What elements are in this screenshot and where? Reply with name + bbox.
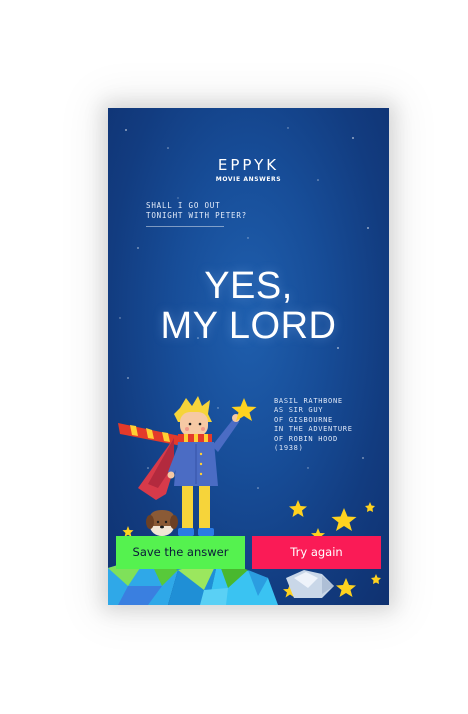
movie-credit: BASIL RATHBONE AS SIR GUY OF GISBOURNE I… bbox=[274, 397, 384, 453]
answer-line-2: MY LORD bbox=[160, 305, 337, 347]
question-line-1: SHALL I GO OUT bbox=[146, 201, 221, 210]
answer-line-1: YES, bbox=[204, 265, 293, 307]
credit-line: AS SIR GUY bbox=[274, 406, 324, 415]
answer-text: YES, MY LORD bbox=[108, 266, 389, 346]
movie-answer-card: EPPYK MOVIE ANSWERS SHALL I GO OUT TONIG… bbox=[108, 108, 389, 605]
dog-illustration bbox=[146, 510, 178, 536]
question-underline bbox=[146, 226, 224, 227]
credit-line: (1938) bbox=[274, 444, 304, 453]
try-again-button[interactable]: Try again bbox=[252, 536, 381, 569]
question-text: SHALL I GO OUT TONIGHT WITH PETER? bbox=[146, 201, 266, 221]
question-line-2: TONIGHT WITH PETER? bbox=[146, 211, 247, 220]
credit-line: BASIL RATHBONE bbox=[274, 397, 343, 405]
cloud-illustration bbox=[286, 570, 334, 598]
credit-line: OF GISBOURNE bbox=[274, 415, 333, 424]
save-answer-button[interactable]: Save the answer bbox=[116, 536, 245, 569]
brand-subtitle: MOVIE ANSWERS bbox=[215, 176, 282, 183]
brand-name: EPPYK bbox=[217, 156, 280, 174]
credit-line: IN THE ADVENTURE bbox=[274, 425, 353, 434]
credit-line: OF ROBIN HOOD bbox=[274, 434, 338, 443]
